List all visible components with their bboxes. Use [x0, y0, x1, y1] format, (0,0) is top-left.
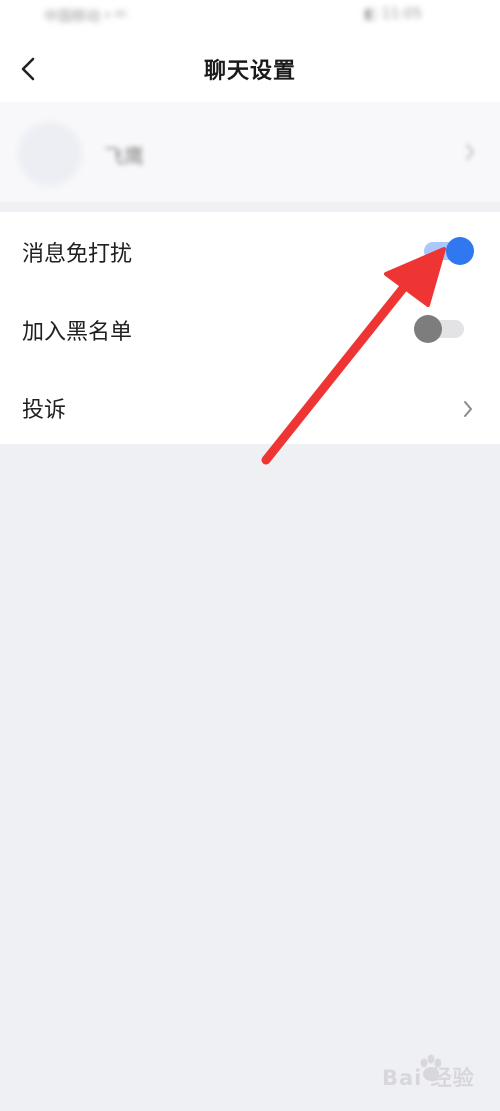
battery-time-text: ◧ 11:05 [363, 6, 422, 22]
watermark-text: Bai 经验 [382, 1066, 475, 1090]
page-title: 聊天设置 [203, 59, 296, 84]
avatar [18, 122, 82, 186]
profile-row[interactable]: 飞鹰 [0, 102, 500, 202]
carrier-text: 中国移动 ᵍ ⁴ᴳ [44, 9, 128, 25]
watermark: Bai 经验 [382, 1052, 494, 1104]
status-bar: 中国移动 ᵍ ⁴ᴳ ◧ 11:05 [0, 0, 500, 36]
setting-report[interactable]: 投诉 [0, 368, 500, 446]
chevron-right-icon [464, 401, 472, 417]
blacklist-label: 加入黑名单 [22, 320, 133, 345]
profile-name: 飞鹰 [104, 144, 144, 168]
settings-group: 消息免打扰 加入黑名单 投诉 [0, 212, 500, 444]
toggle-knob [446, 237, 474, 265]
nav-bar: 聊天设置 [0, 36, 500, 102]
do-not-disturb-label: 消息免打扰 [22, 242, 133, 267]
chevron-right-icon [466, 144, 474, 160]
toggle-knob [414, 315, 442, 343]
report-label: 投诉 [22, 398, 67, 423]
